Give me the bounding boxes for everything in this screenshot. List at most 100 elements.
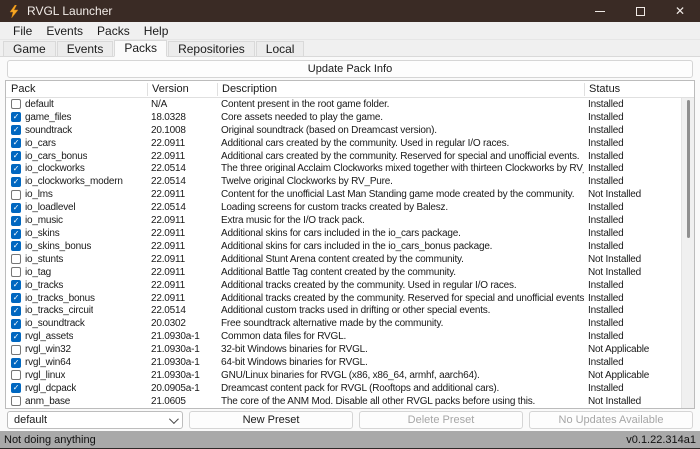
table-row[interactable]: io_lms22.0911Content for the unofficial … <box>6 188 694 201</box>
scrollbar-thumb[interactable] <box>687 100 690 238</box>
table-row[interactable]: ✓soundtrack20.1008Original soundtrack (b… <box>6 124 694 137</box>
pack-status: Installed <box>584 241 680 252</box>
table-row[interactable]: rvgl_linux21.0930a-1GNU/Linux binaries f… <box>6 369 694 382</box>
pack-description: Additional cars created by the community… <box>217 151 584 162</box>
table-row[interactable]: io_tag22.0911Additional Battle Tag conte… <box>6 266 694 279</box>
pack-cell: ✓rvgl_dcpack <box>6 383 147 394</box>
pack-checkbox-checked[interactable]: ✓ <box>11 358 21 368</box>
pack-checkbox-unchecked[interactable] <box>11 254 21 264</box>
table-row[interactable]: anm_base21.0605The core of the ANM Mod. … <box>6 395 694 408</box>
pack-status: Installed <box>584 176 680 187</box>
minimize-button[interactable] <box>580 0 620 22</box>
maximize-icon <box>636 7 645 16</box>
column-header-description[interactable]: Description <box>217 83 584 96</box>
table-row[interactable]: io_stunts 22.0911Additional Stunt Arena c… <box>6 253 694 266</box>
table-row[interactable]: ✓io_clockworks_modern22.0514Twelve origi… <box>6 175 694 188</box>
update-pack-info-button[interactable]: Update Pack Info <box>7 60 693 78</box>
pack-checkbox-unchecked[interactable] <box>11 267 21 277</box>
column-header-pack[interactable]: Pack <box>6 83 147 96</box>
pack-checkbox-unchecked[interactable] <box>11 99 21 109</box>
column-header-status[interactable]: Status <box>584 83 680 96</box>
pack-version: 22.0911 <box>147 189 217 200</box>
pack-description: Additional Stunt Arena content created b… <box>217 254 584 265</box>
pack-description: Twelve original Clockworks by RV_Pure. <box>217 176 584 187</box>
pack-version: 22.0911 <box>147 254 217 265</box>
delete-preset-button[interactable]: Delete Preset <box>359 411 523 429</box>
pack-checkbox-checked[interactable]: ✓ <box>11 241 21 251</box>
pack-version: 22.0514 <box>147 176 217 187</box>
table-row[interactable]: defaultN/AContent present in the root ga… <box>6 98 694 111</box>
table-row[interactable]: ✓rvgl_assets21.0930a-1Common data files … <box>6 330 694 343</box>
tab-repositories[interactable]: Repositories <box>168 41 255 56</box>
pack-checkbox-checked[interactable]: ✓ <box>11 332 21 342</box>
pack-checkbox-checked[interactable]: ✓ <box>11 293 21 303</box>
pack-description: The core of the ANM Mod. Disable all oth… <box>217 396 584 407</box>
table-row[interactable]: ✓io_skins_bonus22.0911Additional skins f… <box>6 240 694 253</box>
table-row[interactable]: ✓io_cars22.0911Additional cars created b… <box>6 137 694 150</box>
pack-version: 22.0911 <box>147 138 217 149</box>
pack-description: Dreamcast content pack for RVGL (Rooftop… <box>217 383 584 394</box>
pack-checkbox-checked[interactable]: ✓ <box>11 229 21 239</box>
close-button[interactable]: ✕ <box>660 0 700 22</box>
pack-name: soundtrack <box>25 125 72 136</box>
pack-cell: ✓io_skins_bonus <box>6 241 147 252</box>
table-row[interactable]: ✓io_soundtrack20.0302Free soundtrack alt… <box>6 317 694 330</box>
pack-checkbox-checked[interactable]: ✓ <box>11 164 21 174</box>
pack-version: 22.0911 <box>147 280 217 291</box>
table-row[interactable]: ✓io_tracks_bonus22.0911Additional tracks… <box>6 292 694 305</box>
titlebar[interactable]: RVGL Launcher ✕ <box>0 0 700 22</box>
pack-checkbox-checked[interactable]: ✓ <box>11 125 21 135</box>
vertical-scrollbar[interactable] <box>681 98 694 408</box>
pack-checkbox-unchecked[interactable] <box>11 345 21 355</box>
pack-name: io_clockworks <box>25 163 85 174</box>
tab-game[interactable]: Game <box>3 41 56 56</box>
pack-description: Additional custom tracks used in driftin… <box>217 305 584 316</box>
no-updates-available-button[interactable]: No Updates Available <box>529 411 693 429</box>
pack-checkbox-checked[interactable]: ✓ <box>11 112 21 122</box>
pack-checkbox-unchecked[interactable] <box>11 190 21 200</box>
tab-local[interactable]: Local <box>256 41 305 56</box>
pack-description: 32-bit Windows binaries for RVGL. <box>217 344 584 355</box>
pack-checkbox-unchecked[interactable] <box>11 396 21 406</box>
pack-version: 21.0930a-1 <box>147 357 217 368</box>
pack-cell: io_tag <box>6 267 147 278</box>
menu-events[interactable]: Events <box>39 22 90 39</box>
table-row[interactable]: ✓rvgl_dcpack20.0905a-1Dreamcast content … <box>6 382 694 395</box>
table-row[interactable]: ✓io_tracks22.0911Additional tracks creat… <box>6 279 694 292</box>
table-row[interactable]: ✓io_music22.0911Extra music for the I/O … <box>6 214 694 227</box>
preset-select[interactable]: default <box>7 411 183 429</box>
pack-checkbox-checked[interactable]: ✓ <box>11 383 21 393</box>
tab-events[interactable]: Events <box>57 41 114 56</box>
tab-packs[interactable]: Packs <box>114 40 167 57</box>
pack-checkbox-checked[interactable]: ✓ <box>11 177 21 187</box>
pack-checkbox-checked[interactable]: ✓ <box>11 319 21 329</box>
pack-name: rvgl_assets <box>25 331 73 342</box>
pack-status: Installed <box>584 202 680 213</box>
menu-help[interactable]: Help <box>137 22 176 39</box>
new-preset-button[interactable]: New Preset <box>189 411 353 429</box>
menu-packs[interactable]: Packs <box>90 22 137 39</box>
pack-checkbox-checked[interactable]: ✓ <box>11 203 21 213</box>
pack-checkbox-checked[interactable]: ✓ <box>11 138 21 148</box>
column-header-version[interactable]: Version <box>147 83 217 96</box>
pack-checkbox-checked[interactable]: ✓ <box>11 151 21 161</box>
table-row[interactable]: ✓io_loadlevel22.0514Loading screens for … <box>6 201 694 214</box>
pack-status: Not Installed <box>584 396 680 407</box>
pack-description: Core assets needed to play the game. <box>217 112 584 123</box>
pack-checkbox-checked[interactable]: ✓ <box>11 216 21 226</box>
pack-checkbox-checked[interactable]: ✓ <box>11 280 21 290</box>
pack-name: io_stunts <box>25 254 63 265</box>
table-row[interactable]: ✓rvgl_win6421.0930a-164-bit Windows bina… <box>6 356 694 369</box>
menu-file[interactable]: File <box>6 22 39 39</box>
table-row[interactable]: ✓game_files18.0328Core assets needed to … <box>6 111 694 124</box>
table-row[interactable]: ✓io_clockworks22.0514The three original … <box>6 163 694 176</box>
table-row[interactable]: rvgl_win3221.0930a-132-bit Windows binar… <box>6 343 694 356</box>
table-row[interactable]: ✓io_skins22.0911Additional skins for car… <box>6 227 694 240</box>
pack-checkbox-checked[interactable]: ✓ <box>11 306 21 316</box>
maximize-button[interactable] <box>620 0 660 22</box>
pack-cell: ✓io_tracks_circuit <box>6 305 147 316</box>
pack-version: 18.0328 <box>147 112 217 123</box>
pack-checkbox-unchecked[interactable] <box>11 370 21 380</box>
table-row[interactable]: ✓io_cars_bonus22.0911Additional cars cre… <box>6 150 694 163</box>
table-row[interactable]: ✓io_tracks_circuit22.0514Additional cust… <box>6 305 694 318</box>
